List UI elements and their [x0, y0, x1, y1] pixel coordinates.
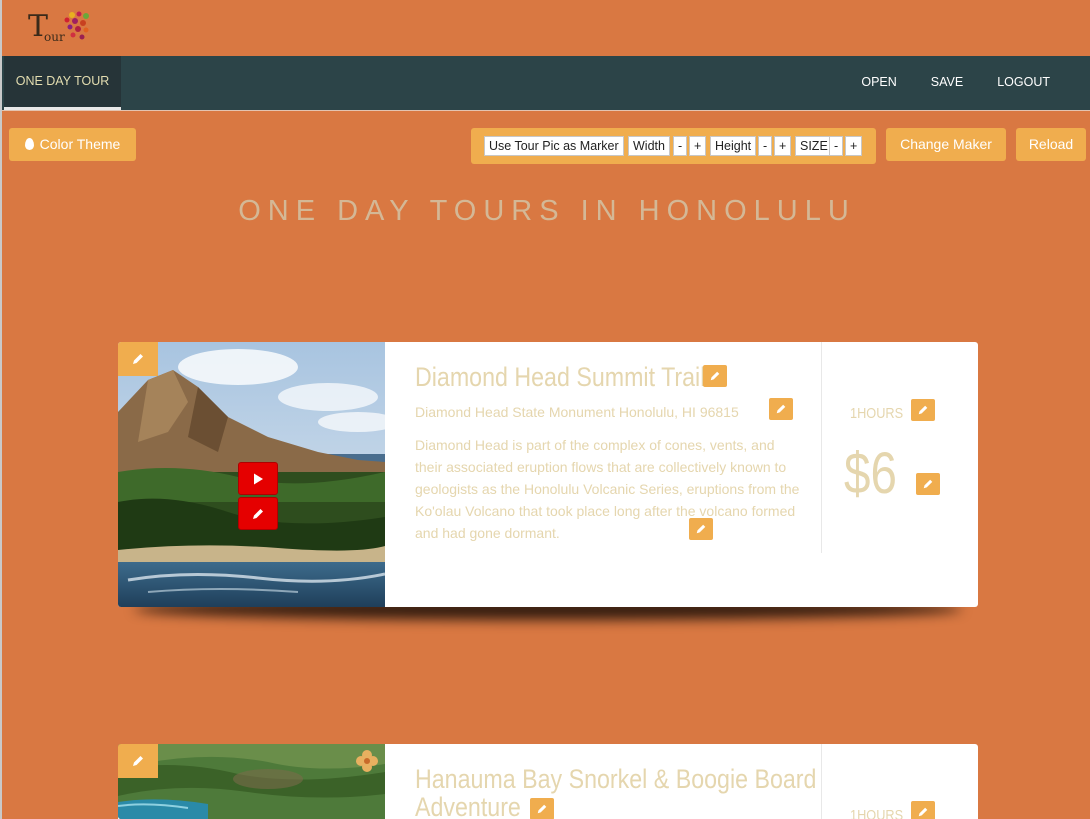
edit-address-button[interactable] — [769, 398, 793, 420]
page-title: ONE DAY TOURS IN HONOLULU — [238, 195, 856, 227]
height-label: Height — [710, 136, 757, 156]
pencil-icon — [696, 524, 706, 534]
pencil-icon — [918, 807, 928, 817]
hanauma-bay-photo — [118, 744, 385, 819]
column-divider — [821, 342, 822, 553]
tour-logo[interactable]: T our — [28, 10, 98, 46]
tour-card: Diamond Head Summit Trail Diamond Head S… — [118, 342, 978, 607]
pencil-icon — [918, 405, 928, 415]
edit-price-button[interactable] — [916, 473, 940, 495]
pencil-icon — [133, 756, 143, 766]
width-plus-button[interactable]: + — [689, 136, 707, 156]
pencil-icon — [923, 479, 933, 489]
tour-image[interactable] — [118, 744, 385, 819]
height-minus-button[interactable]: - — [758, 136, 773, 156]
edit-video-button[interactable] — [238, 497, 278, 530]
edit-description-button[interactable] — [689, 518, 713, 540]
change-maker-button[interactable]: Change Maker — [886, 128, 1006, 161]
save-link[interactable]: SAVE — [931, 75, 963, 89]
tour-duration: 1HOURS — [850, 807, 904, 819]
size-plus-button[interactable]: + — [845, 136, 863, 156]
size-label: SIZE — [795, 136, 833, 156]
tour-title-line1: Hanauma Bay Snorkel & Boogie Board — [415, 764, 817, 794]
tour-address: Diamond Head State Monument Honolulu, HI… — [415, 404, 739, 420]
edit-image-button[interactable] — [118, 744, 158, 778]
edit-duration-button[interactable] — [911, 801, 935, 819]
pencil-icon — [537, 804, 547, 814]
color-theme-label: Color Theme — [39, 136, 121, 152]
tour-duration: 1HOURS — [850, 405, 904, 422]
pencil-icon — [710, 371, 720, 381]
tour-card: Hanauma Bay Snorkel & Boogie Board Adven… — [118, 744, 978, 819]
logout-link[interactable]: LOGOUT — [997, 75, 1050, 89]
marker-settings-group: Use Tour Pic as Marker Width - + Height … — [471, 128, 876, 164]
tour-title: Diamond Head Summit Trail — [415, 362, 706, 392]
edit-title-button[interactable] — [703, 365, 727, 387]
height-plus-button[interactable]: + — [774, 136, 792, 156]
logo-dots-icon — [64, 11, 89, 40]
play-video-button[interactable] — [238, 462, 278, 495]
logo-bar: T our — [2, 0, 1090, 56]
reload-button[interactable]: Reload — [1016, 128, 1086, 161]
use-tour-pic-button[interactable]: Use Tour Pic as Marker — [484, 136, 624, 156]
play-icon — [254, 473, 263, 484]
edit-image-button[interactable] — [118, 342, 158, 376]
divider — [2, 110, 1090, 111]
drop-icon — [24, 138, 34, 150]
size-minus-button[interactable]: - — [829, 136, 844, 156]
nav-links: OPEN SAVE LOGOUT — [861, 75, 1050, 89]
pencil-icon — [776, 404, 786, 414]
tour-description: Diamond Head is part of the complex of c… — [415, 437, 800, 541]
width-minus-button[interactable]: - — [673, 136, 688, 156]
navbar: ONE DAY TOUR OPEN SAVE LOGOUT — [2, 56, 1090, 110]
width-label: Width — [628, 136, 670, 156]
tab-label: ONE DAY TOUR — [15, 74, 110, 88]
tour-price: $6 — [844, 441, 897, 506]
color-theme-button[interactable]: Color Theme — [9, 128, 136, 161]
tour-image[interactable] — [118, 342, 385, 607]
column-divider — [821, 744, 822, 819]
tour-title-line2: Adventure — [415, 792, 521, 819]
edit-title-button[interactable] — [530, 798, 554, 819]
pencil-icon — [133, 354, 143, 364]
open-link[interactable]: OPEN — [861, 75, 896, 89]
tab-one-day-tour[interactable]: ONE DAY TOUR — [4, 56, 121, 110]
pencil-icon — [253, 508, 263, 519]
edit-duration-button[interactable] — [911, 399, 935, 421]
